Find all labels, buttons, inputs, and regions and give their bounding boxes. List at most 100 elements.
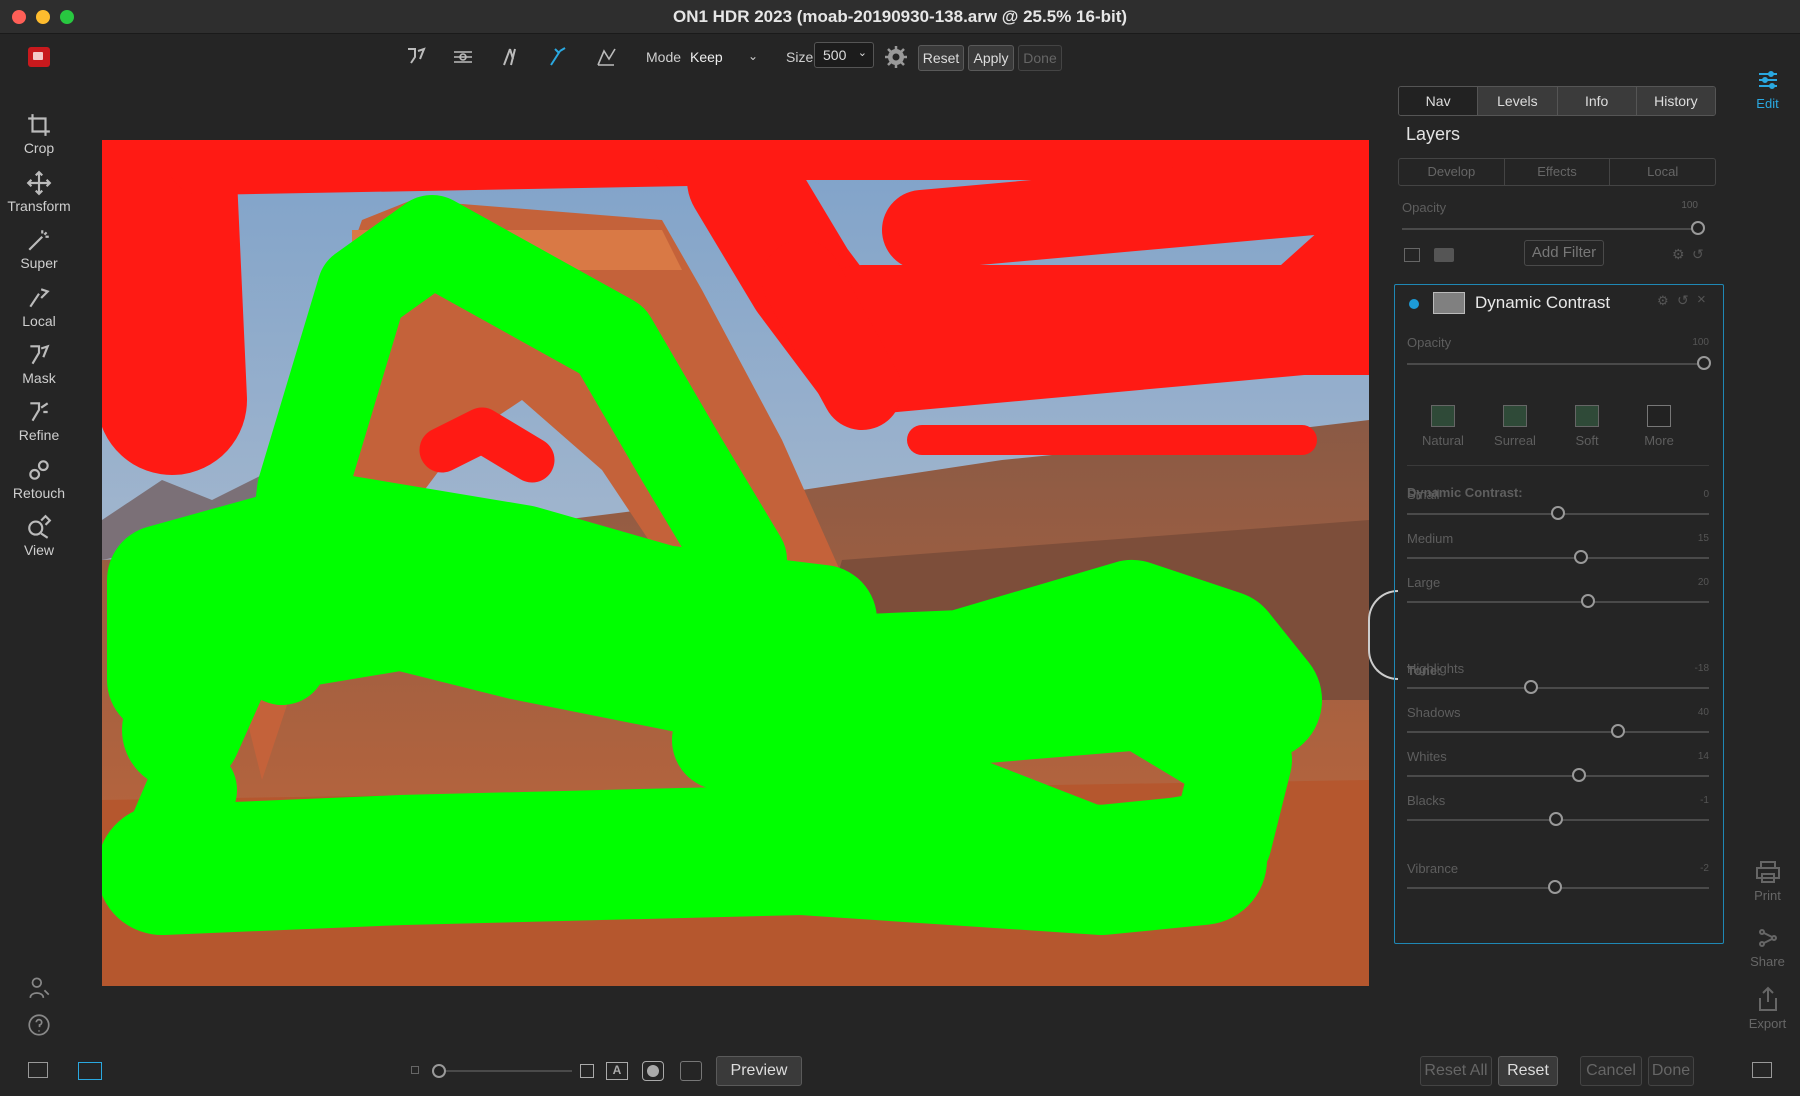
gear-icon[interactable]: ⚙ [1657, 293, 1669, 309]
filter-opacity-knob[interactable] [1697, 356, 1711, 370]
slider-knob[interactable] [1547, 880, 1562, 894]
slider-track[interactable] [1407, 687, 1709, 689]
mask-icon[interactable] [1434, 248, 1454, 262]
preset-soft-label: Soft [1575, 433, 1599, 448]
tool-crop[interactable]: Crop [0, 106, 78, 162]
share-icon [1758, 929, 1777, 947]
user-icon[interactable] [0, 968, 78, 999]
mask-view-icon[interactable] [642, 1061, 664, 1081]
preset-natural[interactable]: Natural [1413, 405, 1473, 448]
chevron-down-icon [1647, 405, 1671, 427]
tab-nav[interactable]: Nav [1399, 87, 1479, 115]
chevron-down-icon[interactable]: ⌄ [748, 49, 758, 63]
slider-value: -2 [1700, 863, 1709, 874]
tree-thumbnail-icon [1431, 405, 1455, 427]
size-dropdown[interactable]: 500 ⌄ [814, 42, 874, 68]
slider-knob[interactable] [1523, 680, 1538, 694]
bottom-bar: A Preview Reset All Reset Cancel Done [0, 1040, 1800, 1096]
tool-crop-label: Crop [23, 140, 55, 156]
gear-icon[interactable]: ⚙ [1672, 246, 1685, 263]
done-button[interactable]: Done [1018, 45, 1062, 71]
mode-dropdown[interactable]: Keep [690, 49, 723, 65]
layer-opacity-knob[interactable] [1691, 221, 1705, 235]
tab-develop[interactable]: Develop [1399, 159, 1505, 185]
toggle-right-panel-icon[interactable] [1752, 1062, 1772, 1078]
print-module-label: Print [1754, 888, 1781, 903]
app-logo-icon[interactable] [28, 47, 50, 67]
gradient-brush-icon[interactable] [591, 42, 621, 72]
slider-knob[interactable] [1581, 594, 1596, 608]
cancel-button[interactable]: Cancel [1580, 1056, 1642, 1086]
tool-view[interactable]: View [0, 508, 78, 564]
share-module-label: Share [1750, 954, 1785, 969]
text-overlay-icon[interactable]: A [606, 1062, 628, 1080]
tab-local[interactable]: Local [1610, 159, 1715, 185]
move-icon [26, 170, 52, 196]
tool-super[interactable]: Super [0, 221, 78, 277]
done-button[interactable]: Done [1648, 1056, 1694, 1086]
tool-local[interactable]: Local [0, 279, 78, 335]
tool-retouch[interactable]: Retouch [0, 451, 78, 507]
tool-transform[interactable]: Transform [0, 164, 78, 220]
tab-effects[interactable]: Effects [1505, 159, 1611, 185]
slider-knob[interactable] [1551, 506, 1565, 520]
tool-mask[interactable]: Mask [0, 336, 78, 392]
size-label: Size [786, 49, 814, 65]
slider-knob[interactable] [1549, 812, 1564, 826]
tab-levels[interactable]: Levels [1478, 87, 1558, 115]
reset-button[interactable]: Reset [1498, 1056, 1558, 1086]
add-filter-button[interactable]: Add Filter [1524, 240, 1604, 266]
perfect-brush-icon[interactable] [496, 42, 526, 72]
slider-track[interactable] [1407, 731, 1709, 733]
slider-knob[interactable] [1573, 550, 1588, 564]
edit-module-label: Edit [1756, 96, 1779, 111]
export-module[interactable]: Export [1735, 986, 1800, 1031]
apply-button[interactable]: Apply [968, 45, 1014, 71]
slider-label: Small [1407, 487, 1440, 502]
brush-zoom-slider[interactable] [432, 1070, 572, 1072]
tool-local-label: Local [22, 313, 56, 329]
brush-settings-icon[interactable] [448, 42, 478, 72]
tool-retouch-label: Retouch [12, 485, 66, 501]
slider-label: Whites [1407, 749, 1447, 764]
tab-history[interactable]: History [1636, 87, 1715, 115]
active-brush-icon[interactable] [543, 42, 573, 72]
undo-icon[interactable]: ↺ [1677, 292, 1689, 309]
undo-icon[interactable]: ↺ [1692, 246, 1704, 263]
toggle-left-panel-icon[interactable] [28, 1062, 48, 1078]
tab-info[interactable]: Info [1557, 87, 1637, 115]
preset-soft[interactable]: Soft [1557, 405, 1617, 448]
compare-icon[interactable] [680, 1061, 702, 1081]
tool-refine[interactable]: Refine [0, 393, 78, 449]
add-layer-icon[interactable] [1404, 248, 1420, 262]
slider-track[interactable] [1407, 601, 1709, 603]
photo-with-mask-strokes [102, 140, 1369, 986]
slider-track[interactable] [1407, 557, 1709, 559]
single-view-icon[interactable] [78, 1062, 102, 1080]
slider-value: -1 [1700, 795, 1709, 806]
brush-zoom-knob[interactable] [432, 1064, 446, 1078]
reset-button[interactable]: Reset [918, 45, 964, 71]
layer-opacity-slider[interactable] [1402, 228, 1698, 230]
edit-module[interactable]: Edit [1735, 68, 1800, 111]
filter-visibility-toggle[interactable] [1409, 299, 1419, 309]
share-module[interactable]: Share [1735, 926, 1800, 969]
image-canvas[interactable] [102, 140, 1369, 986]
slider-knob[interactable] [1611, 724, 1626, 738]
print-module[interactable]: Print [1735, 860, 1800, 903]
filter-opacity-slider[interactable] [1407, 363, 1707, 365]
preset-more[interactable]: More [1629, 405, 1689, 448]
slider-knob[interactable] [1572, 768, 1587, 782]
reset-all-button[interactable]: Reset All [1420, 1056, 1492, 1086]
help-icon[interactable] [0, 1006, 78, 1036]
zoom-small-icon [411, 1066, 419, 1074]
gear-icon[interactable] [881, 42, 911, 72]
slider-track[interactable] [1407, 775, 1709, 777]
preview-button[interactable]: Preview [716, 1056, 802, 1086]
mode-label: Mode [646, 49, 682, 65]
brush-tool-icon[interactable] [401, 42, 431, 72]
tool-view-label: View [23, 542, 55, 558]
close-icon[interactable]: × [1697, 291, 1706, 308]
preset-surreal[interactable]: Surreal [1485, 405, 1545, 448]
refine-brush-icon [30, 402, 49, 422]
